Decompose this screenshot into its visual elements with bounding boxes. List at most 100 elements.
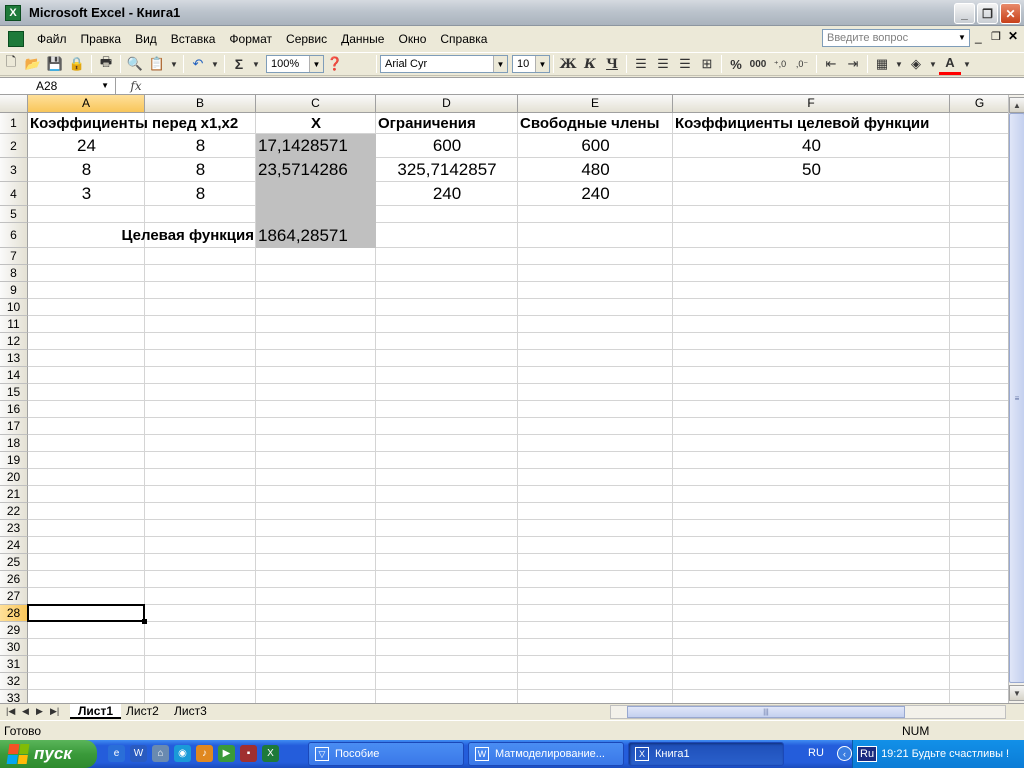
menu-tools[interactable]: Сервис — [279, 28, 334, 50]
workbook-restore-button[interactable]: ❐ — [991, 30, 1001, 43]
column-header-f[interactable]: F — [673, 95, 950, 113]
ask-question-input[interactable]: Введите вопрос — [822, 29, 970, 47]
increase-indent-icon[interactable]: ⇥ — [842, 53, 864, 75]
font-name-select[interactable]: Arial Cyr ▼ — [380, 55, 508, 73]
row-header-21[interactable]: 21 — [0, 486, 28, 503]
row-header-13[interactable]: 13 — [0, 350, 28, 367]
autosum-button[interactable]: Σ — [228, 53, 250, 75]
row-header-27[interactable]: 27 — [0, 588, 28, 605]
language-indicator[interactable]: RU — [808, 747, 824, 759]
open-icon[interactable]: 📂 — [22, 53, 44, 75]
decrease-decimal-icon[interactable]: ,0⁻ — [791, 53, 813, 75]
chevron-down-icon[interactable]: ▼ — [250, 53, 262, 75]
cell-a3[interactable]: 8 — [28, 158, 145, 182]
row-header-17[interactable]: 17 — [0, 418, 28, 435]
chevron-down-icon[interactable]: ▼ — [101, 78, 109, 94]
formula-input[interactable] — [156, 78, 1024, 94]
align-center-icon[interactable]: ☰ — [652, 53, 674, 75]
row-header-1[interactable]: 1 — [0, 113, 28, 134]
name-box[interactable]: A28 ▼ — [0, 78, 116, 94]
next-sheet-icon[interactable]: ▶ — [36, 706, 43, 717]
cell-f3[interactable]: 50 — [673, 158, 950, 182]
chevron-down-icon[interactable]: ▼ — [961, 53, 973, 75]
vertical-scroll-thumb[interactable]: ≡ — [1009, 113, 1024, 683]
menu-view[interactable]: Вид — [128, 28, 164, 50]
row-header-7[interactable]: 7 — [0, 248, 28, 265]
print-icon[interactable]: 🖶 — [95, 53, 117, 75]
row-header-15[interactable]: 15 — [0, 384, 28, 401]
merge-center-icon[interactable]: ⊞ — [696, 53, 718, 75]
save-icon[interactable]: 💾 — [44, 53, 66, 75]
row-header-30[interactable]: 30 — [0, 639, 28, 656]
document-icon[interactable] — [8, 31, 24, 47]
workbook-minimize-button[interactable]: _ — [975, 30, 982, 44]
row-header-2[interactable]: 2 — [0, 134, 28, 158]
column-header-e[interactable]: E — [518, 95, 673, 113]
excel-icon[interactable]: X — [5, 4, 21, 21]
task-posobie[interactable]: ▽ Пособие — [308, 742, 464, 766]
minimize-button[interactable]: _ — [954, 3, 975, 24]
menu-window[interactable]: Окно — [391, 28, 433, 50]
cell-c6[interactable]: 1864,28571 — [256, 223, 376, 248]
cell-e1[interactable]: Свободные члены — [518, 113, 673, 134]
vertical-scrollbar[interactable]: ▲ ≡ ▼ — [1008, 95, 1024, 703]
cell-b3[interactable]: 8 — [145, 158, 256, 182]
permission-icon[interactable]: 🔒 — [66, 53, 88, 75]
column-header-d[interactable]: D — [376, 95, 518, 113]
cell-b2[interactable]: 8 — [145, 134, 256, 158]
clock[interactable]: 19:21 Будьте счастливы ! — [881, 748, 1009, 760]
percent-button[interactable]: % — [725, 53, 747, 75]
row-header-32[interactable]: 32 — [0, 673, 28, 690]
cell-b4[interactable]: 8 — [145, 182, 256, 206]
row-header-26[interactable]: 26 — [0, 571, 28, 588]
font-color-icon[interactable]: A — [939, 53, 961, 75]
row-header-20[interactable]: 20 — [0, 469, 28, 486]
row-header-5[interactable]: 5 — [0, 206, 28, 223]
quicklaunch-browser-icon[interactable]: ◉ — [174, 745, 191, 762]
cell-d4[interactable]: 240 — [376, 182, 518, 206]
italic-button[interactable]: К — [579, 53, 601, 75]
chevron-down-icon[interactable]: ▼ — [927, 53, 939, 75]
row-header-28[interactable]: 28 — [0, 605, 28, 622]
font-size-select[interactable]: 10 ▼ — [512, 55, 550, 73]
last-sheet-icon[interactable]: ▶| — [50, 706, 59, 717]
row-header-4[interactable]: 4 — [0, 182, 28, 206]
chevron-down-icon[interactable]: ▼ — [209, 53, 221, 75]
chevron-down-icon[interactable]: ▼ — [168, 53, 180, 75]
sheet-tab-3[interactable]: Лист3 — [166, 704, 215, 719]
align-right-icon[interactable]: ☰ — [674, 53, 696, 75]
cell-c2[interactable]: 17,1428571 — [256, 134, 376, 158]
shaded-cell-c4[interactable] — [256, 182, 376, 206]
row-header-12[interactable]: 12 — [0, 333, 28, 350]
increase-decimal-icon[interactable]: ⁺,0 — [769, 53, 791, 75]
chevron-down-icon[interactable]: ▼ — [958, 33, 966, 42]
zoom-select[interactable]: 100% ▼ — [266, 55, 324, 73]
row-header-24[interactable]: 24 — [0, 537, 28, 554]
row-header-25[interactable]: 25 — [0, 554, 28, 571]
scroll-up-icon[interactable]: ▲ — [1009, 97, 1024, 113]
cell-a1[interactable]: Коэффициенты перед x1,x2 — [28, 113, 256, 134]
cell-c3[interactable]: 23,5714286 — [256, 158, 376, 182]
cell-d1[interactable]: Ограничения — [376, 113, 518, 134]
undo-icon[interactable]: ↶ — [187, 53, 209, 75]
menu-data[interactable]: Данные — [334, 28, 391, 50]
sheet-tab-1[interactable]: Лист1 — [70, 704, 122, 719]
row-header-9[interactable]: 9 — [0, 282, 28, 299]
task-matmodelirovanie[interactable]: W Матмоделирование... — [468, 742, 624, 766]
row-header-31[interactable]: 31 — [0, 656, 28, 673]
menu-help[interactable]: Справка — [433, 28, 494, 50]
row-header-23[interactable]: 23 — [0, 520, 28, 537]
horizontal-scroll-thumb[interactable]: ||| — [627, 706, 905, 718]
borders-icon[interactable]: ▦ — [871, 53, 893, 75]
quicklaunch-ie-icon[interactable]: e — [108, 745, 125, 762]
row-header-3[interactable]: 3 — [0, 158, 28, 182]
fill-color-icon[interactable]: ◈ — [905, 53, 927, 75]
cell-a2[interactable]: 24 — [28, 134, 145, 158]
cell-c1[interactable]: X — [256, 113, 376, 134]
chevron-down-icon[interactable]: ▼ — [493, 56, 507, 72]
quicklaunch-player-icon[interactable]: ▶ — [218, 745, 235, 762]
fill-handle[interactable] — [142, 619, 147, 624]
row-header-29[interactable]: 29 — [0, 622, 28, 639]
sheet-tab-2[interactable]: Лист2 — [118, 704, 167, 719]
column-header-g[interactable]: G — [950, 95, 1008, 113]
